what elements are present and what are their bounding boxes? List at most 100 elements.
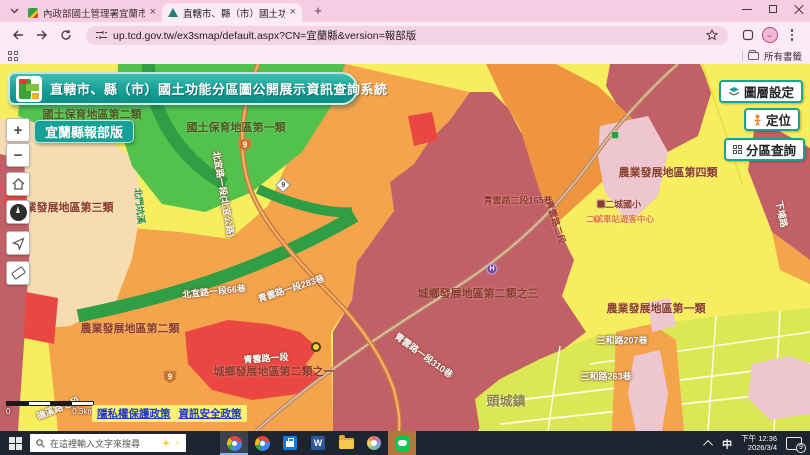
chevron-down-icon[interactable] bbox=[6, 3, 22, 19]
bookmarks-bar: 所有書籤 bbox=[0, 48, 810, 64]
layers-icon bbox=[728, 86, 740, 97]
word-taskbar-icon[interactable]: W bbox=[304, 431, 332, 455]
new-tab-button[interactable]: + bbox=[310, 3, 326, 19]
clock-date: 2026/3/4 bbox=[741, 443, 777, 452]
tab-title: 直轄市、縣（市）國土功能分 bbox=[183, 6, 285, 20]
clock-time: 下午 12:36 bbox=[741, 434, 777, 443]
bookmarks-folder-icon bbox=[748, 52, 759, 60]
compass-button[interactable] bbox=[6, 200, 30, 224]
file-explorer-taskbar-icon[interactable] bbox=[332, 431, 360, 455]
chrome-taskbar-icon[interactable] bbox=[248, 431, 276, 455]
windows-logo-icon bbox=[9, 437, 22, 450]
profile-avatar[interactable] bbox=[762, 27, 778, 43]
apps-grid-icon[interactable] bbox=[8, 51, 18, 61]
store-icon bbox=[283, 436, 297, 450]
page-title: 直轄市、縣（市）國土功能分區圖公開展示資訊查詢系統 bbox=[50, 79, 388, 98]
notification-badge: 9 bbox=[796, 443, 806, 453]
menu-kebab-icon[interactable] bbox=[782, 25, 802, 45]
compass-icon bbox=[10, 204, 27, 221]
file-explorer-icon bbox=[339, 438, 354, 449]
system-tray: 中 下午 12:36 2026/3/4 9 bbox=[706, 434, 810, 452]
tab-close-icon[interactable]: × bbox=[150, 7, 156, 18]
person-icon bbox=[753, 114, 762, 126]
taskbar-apps: W bbox=[192, 431, 416, 455]
chrome-icon bbox=[227, 436, 242, 451]
divider bbox=[742, 51, 743, 61]
home-icon bbox=[12, 178, 25, 190]
version-button[interactable]: 宜蘭縣報部版 bbox=[34, 120, 134, 143]
search-placeholder: 在這裡輸入文字來搜尋 bbox=[50, 437, 157, 450]
site-settings-icon[interactable] bbox=[96, 30, 107, 40]
forward-icon[interactable] bbox=[32, 25, 52, 45]
search-icon bbox=[36, 439, 45, 448]
zone-query-label: 分區查詢 bbox=[746, 140, 796, 159]
tray-expand-icon[interactable] bbox=[703, 439, 713, 449]
all-bookmarks-label[interactable]: 所有書籤 bbox=[764, 49, 802, 63]
taskbar-clock[interactable]: 下午 12:36 2026/3/4 bbox=[741, 434, 777, 452]
browser-toolbar: up.tcd.gov.tw/ex3smap/default.aspx?CN=宜蘭… bbox=[0, 22, 810, 48]
tab-title: 內政部國土管理署宜蘭市、縣（ bbox=[43, 6, 145, 20]
home-button[interactable] bbox=[6, 172, 30, 196]
notification-icon[interactable]: 9 bbox=[786, 437, 802, 450]
locate-me-button[interactable]: 定位 bbox=[744, 108, 800, 131]
grid-icon bbox=[733, 145, 742, 154]
scale-min: 0 bbox=[6, 407, 10, 416]
bookmark-star-icon[interactable] bbox=[706, 29, 718, 41]
tab-gov-site[interactable]: 內政部國土管理署宜蘭市、縣（ × bbox=[22, 3, 162, 22]
map-favicon-icon bbox=[168, 8, 178, 17]
search-highlights-icon bbox=[175, 441, 180, 446]
locate-arrow-icon bbox=[12, 237, 25, 250]
shield-marker-icon: 9 bbox=[239, 139, 252, 152]
security-policy-link[interactable]: 資訊安全政策 bbox=[179, 406, 242, 421]
word-icon: W bbox=[311, 436, 325, 450]
line-icon bbox=[395, 436, 410, 451]
minimize-button[interactable] bbox=[742, 4, 752, 14]
screen: 內政部國土管理署宜蘭市、縣（ × 直轄市、縣（市）國土功能分 × + bbox=[0, 0, 810, 455]
zoom-out-button[interactable]: − bbox=[6, 143, 30, 167]
taskbar-search[interactable]: 在這裡輸入文字來搜尋 bbox=[30, 434, 186, 452]
locate-button[interactable] bbox=[6, 231, 30, 255]
layer-settings-label: 圖層設定 bbox=[744, 82, 794, 101]
chrome-taskbar-icon[interactable] bbox=[220, 431, 248, 455]
eraser-button[interactable] bbox=[6, 261, 30, 285]
back-icon[interactable] bbox=[8, 25, 28, 45]
extensions-icon[interactable] bbox=[738, 25, 758, 45]
paint-icon bbox=[367, 436, 381, 450]
browser-window: 內政部國土管理署宜蘭市、縣（ × 直轄市、縣（市）國土功能分 × + bbox=[0, 0, 810, 431]
map-canvas[interactable]: 國土保育地區第二類國土保育地區第一類農業發展地區第三類農業發展地區第二類農業發展… bbox=[0, 64, 810, 431]
scale-max: 0.3km bbox=[72, 407, 94, 416]
shield-marker-icon: 9 bbox=[164, 371, 177, 384]
eraser-icon bbox=[10, 266, 25, 280]
window-controls bbox=[742, 4, 804, 14]
paint-taskbar-icon[interactable] bbox=[360, 431, 388, 455]
maximize-button[interactable] bbox=[768, 4, 778, 14]
visitor-marker-icon: i bbox=[593, 215, 602, 224]
green-marker-icon bbox=[611, 131, 619, 139]
agency-logo-icon bbox=[16, 76, 42, 102]
store-taskbar-icon[interactable] bbox=[276, 431, 304, 455]
policy-links: 隱私權保護政策 資訊安全政策 bbox=[92, 405, 247, 422]
reload-icon[interactable] bbox=[56, 25, 76, 45]
task-view-taskbar-icon[interactable] bbox=[192, 431, 220, 455]
tab-close-icon[interactable]: × bbox=[290, 7, 296, 18]
address-bar[interactable]: up.tcd.gov.tw/ex3smap/default.aspx?CN=宜蘭… bbox=[86, 26, 728, 45]
diamond-marker-icon: 9 bbox=[275, 177, 291, 193]
ime-indicator[interactable]: 中 bbox=[722, 436, 732, 451]
gov-favicon-icon bbox=[28, 8, 38, 18]
close-button[interactable] bbox=[794, 4, 804, 14]
tab-strip: 內政部國土管理署宜蘭市、縣（ × 直轄市、縣（市）國土功能分 × + bbox=[0, 0, 810, 22]
line-taskbar-icon[interactable] bbox=[388, 431, 416, 455]
zone-query-button[interactable]: 分區查詢 bbox=[724, 138, 805, 161]
chrome-icon bbox=[255, 436, 270, 451]
hospital-marker-icon: H bbox=[487, 264, 498, 275]
site-banner: 直轄市、縣（市）國土功能分區圖公開展示資訊查詢系統 bbox=[8, 72, 358, 105]
url-text: up.tcd.gov.tw/ex3smap/default.aspx?CN=宜蘭… bbox=[113, 28, 416, 43]
privacy-policy-link[interactable]: 隱私權保護政策 bbox=[97, 406, 171, 421]
start-button[interactable] bbox=[0, 431, 30, 455]
layer-settings-button[interactable]: 圖層設定 bbox=[719, 80, 803, 103]
tab-zoning-map[interactable]: 直轄市、縣（市）國土功能分 × bbox=[162, 3, 302, 22]
search-highlights-icon bbox=[162, 439, 170, 447]
zoom-in-button[interactable]: + bbox=[6, 118, 30, 142]
locate-me-label: 定位 bbox=[766, 110, 791, 129]
windows-taskbar: 在這裡輸入文字來搜尋 W 中 下午 12:36 2026/3/4 9 bbox=[0, 431, 810, 455]
